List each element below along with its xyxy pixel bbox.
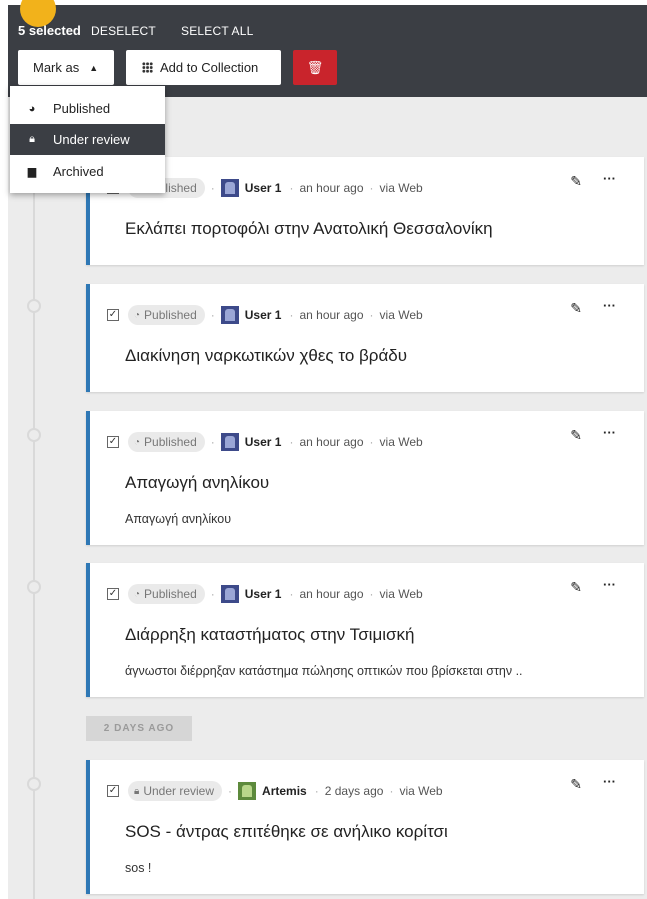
post-source: via Web xyxy=(379,181,423,195)
date-group-label: 2 DAYS AGO xyxy=(86,716,192,741)
timeline-node xyxy=(27,299,41,313)
post-source: via Web xyxy=(379,308,423,322)
status-label: Published xyxy=(144,435,197,449)
post-card[interactable]: ✓ ◔Published · User 1 · an hour ago · vi… xyxy=(86,563,644,697)
author-name[interactable]: Artemis xyxy=(262,784,307,798)
post-title[interactable]: Απαγωγή ανηλίκου xyxy=(125,473,269,493)
edit-icon[interactable]: ✎ xyxy=(570,427,582,444)
post-title[interactable]: Διάρρηξη καταστήματος στην Τσιμισκή xyxy=(125,625,414,645)
deselect-link[interactable]: DESELECT xyxy=(91,24,156,38)
lock-icon: 🔒︎ xyxy=(134,785,140,797)
user-avatar xyxy=(220,433,239,451)
more-options-icon[interactable]: ··· xyxy=(603,425,616,440)
globe-icon: ◔ xyxy=(134,309,141,321)
edit-icon[interactable]: ✎ xyxy=(570,579,582,596)
user-avatar xyxy=(238,782,257,800)
user-avatar xyxy=(220,179,239,197)
globe-icon: ◔ xyxy=(134,588,141,600)
mark-as-button[interactable]: Mark as ▲ xyxy=(18,50,114,85)
post-title[interactable]: Διακίνηση ναρκωτικών χθες το βράδυ xyxy=(125,346,407,366)
post-meta: ✓ 🔒︎ Under review · Artemis · 2 days ago … xyxy=(107,781,443,801)
status-badge: ◔Published xyxy=(128,432,205,452)
author-name[interactable]: User 1 xyxy=(245,435,282,449)
menu-item-label: Published xyxy=(53,101,111,116)
post-source: via Web xyxy=(379,435,423,449)
post-time: an hour ago xyxy=(299,435,364,449)
add-to-collection-label: Add to Collection xyxy=(160,60,259,75)
author-name[interactable]: User 1 xyxy=(245,181,282,195)
chevron-up-icon: ▲ xyxy=(89,62,99,73)
status-label: Published xyxy=(144,587,197,601)
lock-icon: 🔒︎ xyxy=(29,133,35,145)
globe-icon: ◔ xyxy=(134,436,141,448)
post-meta: ✓ ◔Published · User 1 · an hour ago · vi… xyxy=(107,584,423,604)
post-time: an hour ago xyxy=(299,587,364,601)
timeline-node xyxy=(27,580,41,594)
mark-as-label: Mark as xyxy=(33,60,80,75)
delete-button[interactable]: 🗑 xyxy=(293,50,337,85)
trash-icon: 🗑 xyxy=(306,59,324,75)
menu-item-label: Archived xyxy=(53,164,104,179)
post-card[interactable]: ✓ ◔Published · User 1 · an hour ago · vi… xyxy=(86,284,644,392)
more-options-icon[interactable]: ··· xyxy=(603,171,616,186)
app-frame: 5 selected DESELECT SELECT ALL Mark as ▲… xyxy=(0,0,647,899)
more-options-icon[interactable]: ··· xyxy=(603,774,616,789)
more-options-icon[interactable]: ··· xyxy=(603,298,616,313)
edit-icon[interactable]: ✎ xyxy=(570,300,582,317)
mark-as-menu: ◕ Published 🔒︎ Under review ▆ Archived xyxy=(10,86,165,193)
post-source: via Web xyxy=(379,587,423,601)
post-title[interactable]: SOS - άντρας επιτέθηκε σε ανήλικο κορίτσ… xyxy=(125,822,448,842)
post-meta: ✓ ◔Published · User 1 · an hour ago · vi… xyxy=(107,305,423,325)
post-body: sos ! xyxy=(125,861,152,875)
post-title[interactable]: Εκλάπει πορτοφόλι στην Ανατολική Θεσσαλο… xyxy=(125,219,493,239)
post-body: άγνωστοι διέρρηξαν κατάστημα πώλησης οπτ… xyxy=(125,664,523,678)
more-options-icon[interactable]: ··· xyxy=(603,577,616,592)
status-label: Under review xyxy=(143,784,215,798)
timeline-node xyxy=(27,428,41,442)
post-time: an hour ago xyxy=(299,308,364,322)
select-all-link[interactable]: SELECT ALL xyxy=(181,24,254,38)
globe-icon: ◕ xyxy=(28,102,36,115)
post-meta: ✓ ◔Published · User 1 · an hour ago · vi… xyxy=(107,432,423,452)
post-card[interactable]: ✓ ◔Published · User 1 · an hour ago · vi… xyxy=(86,157,644,265)
select-checkbox[interactable]: ✓ xyxy=(107,436,119,448)
post-card[interactable]: ✓ ◔Published · User 1 · an hour ago · vi… xyxy=(86,411,644,545)
timeline-node xyxy=(27,777,41,791)
edit-icon[interactable]: ✎ xyxy=(570,173,582,190)
grid-icon xyxy=(142,62,153,73)
menu-item-label: Under review xyxy=(53,132,130,147)
post-time: 2 days ago xyxy=(324,784,384,798)
status-badge: ◔Published xyxy=(128,584,205,604)
menu-item-published[interactable]: ◕ Published xyxy=(10,93,165,124)
select-checkbox[interactable]: ✓ xyxy=(107,309,119,321)
menu-item-under-review[interactable]: 🔒︎ Under review xyxy=(10,124,165,155)
author-name[interactable]: User 1 xyxy=(245,308,282,322)
user-avatar xyxy=(220,306,239,324)
bulk-action-bar: 5 selected DESELECT SELECT ALL Mark as ▲… xyxy=(8,0,647,97)
status-label: Published xyxy=(144,308,197,322)
edit-icon[interactable]: ✎ xyxy=(570,776,582,793)
post-body: Απαγωγή ανηλίκου xyxy=(125,512,232,526)
status-badge: 🔒︎ Under review xyxy=(128,781,223,801)
author-name[interactable]: User 1 xyxy=(245,587,282,601)
archive-icon: ▆ xyxy=(27,166,37,178)
select-checkbox[interactable]: ✓ xyxy=(107,785,119,797)
status-badge: ◔Published xyxy=(128,305,205,325)
post-source: via Web xyxy=(399,784,443,798)
add-to-collection-button[interactable]: Add to Collection xyxy=(126,50,281,85)
selected-count: 5 selected xyxy=(18,23,81,38)
post-time: an hour ago xyxy=(299,181,364,195)
select-checkbox[interactable]: ✓ xyxy=(107,588,119,600)
user-avatar xyxy=(220,585,239,603)
menu-item-archived[interactable]: ▆ Archived xyxy=(10,156,165,187)
post-card[interactable]: ✓ 🔒︎ Under review · Artemis · 2 days ago … xyxy=(86,760,644,894)
